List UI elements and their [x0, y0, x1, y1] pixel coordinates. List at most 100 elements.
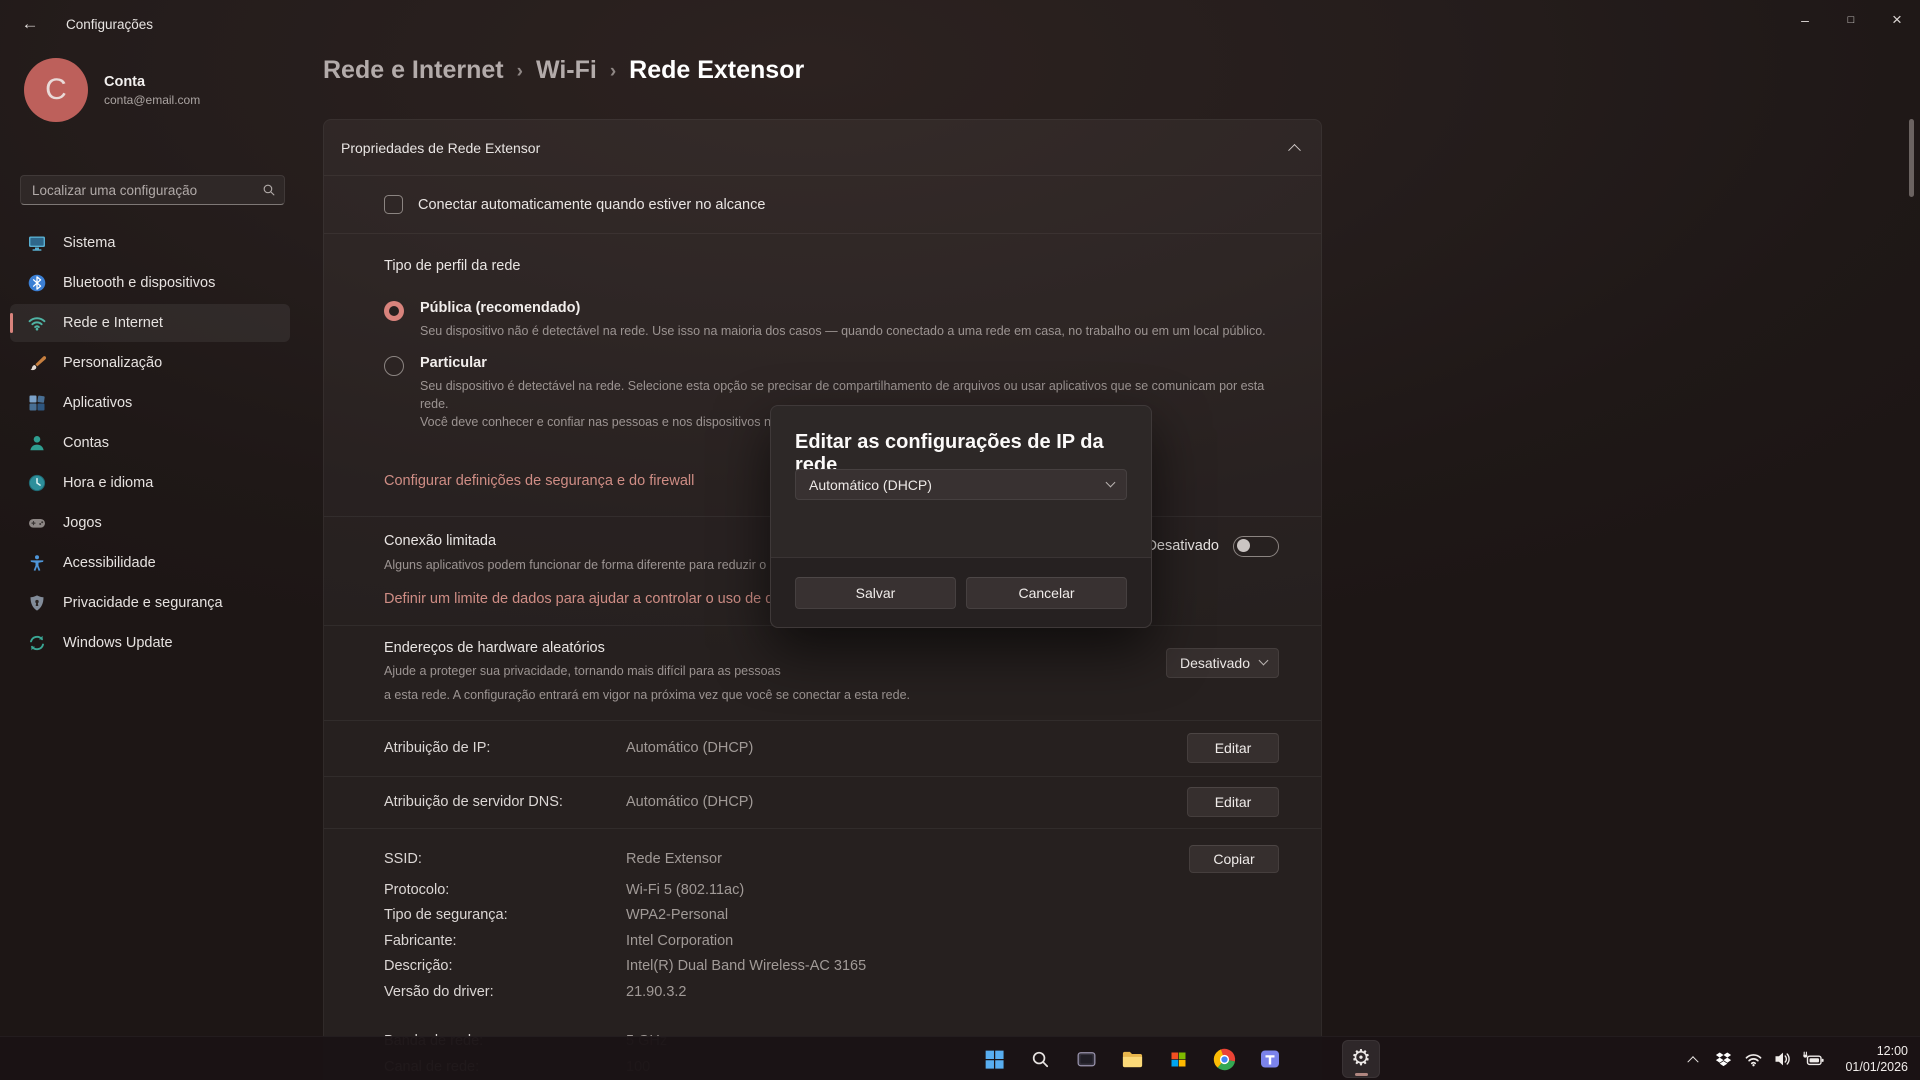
cancel-button[interactable]: Cancelar	[966, 577, 1127, 609]
sidebar-item-label: Jogos	[63, 515, 102, 531]
microsoft-logo-icon	[1168, 1049, 1189, 1070]
system-tray: 12:00 01/01/2026	[1678, 1037, 1920, 1080]
chevron-down-icon	[1259, 656, 1269, 666]
breadcrumb-separator: ›	[517, 59, 523, 83]
sidebar-item-personalizacao[interactable]: Personalização	[10, 344, 290, 382]
volume-icon	[1773, 1049, 1793, 1069]
chevron-down-icon	[1106, 478, 1116, 488]
sidebar-item-sistema[interactable]: Sistema	[10, 224, 290, 262]
expander-header[interactable]: Propriedades de Rede Extensor	[324, 120, 1321, 175]
ip-mode-dropdown[interactable]: Automático (DHCP)	[795, 469, 1127, 500]
maximize-button[interactable]: □	[1828, 0, 1874, 40]
ip-settings-dialog: Editar as configurações de IP da rede Au…	[770, 405, 1152, 628]
system-icon	[27, 233, 47, 253]
taskbar-start-button[interactable]	[975, 1040, 1013, 1078]
taskbar-clock[interactable]: 12:00 01/01/2026	[1836, 1043, 1908, 1075]
tray-volume-button[interactable]	[1768, 1042, 1798, 1076]
tray-chevron-button[interactable]	[1678, 1042, 1708, 1076]
account-card[interactable]: C Conta conta@email.com	[24, 58, 300, 122]
sidebar-item-privacidade[interactable]: Privacidade e segurança	[10, 584, 290, 622]
sidebar-item-label: Acessibilidade	[63, 555, 156, 571]
detail-row-seguranca: Tipo de segurança: WPA2-Personal	[384, 907, 1279, 924]
taskbar-explorer-button[interactable]	[1113, 1040, 1151, 1078]
tray-battery-button[interactable]	[1798, 1042, 1828, 1076]
copy-button[interactable]: Copiar	[1189, 845, 1279, 873]
random-hw-dropdown[interactable]: Desativado	[1166, 648, 1279, 678]
sidebar-item-jogos[interactable]: Jogos	[10, 504, 290, 542]
firewall-settings-link[interactable]: Configurar definições de segurança e do …	[384, 473, 694, 489]
option-label: Pública (recomendado)	[420, 300, 1266, 316]
detail-row-ssid: SSID: Rede Extensor Copiar	[384, 845, 1279, 873]
taskbar-settings-button[interactable]: ⚙	[1342, 1040, 1380, 1078]
tray-dropbox-button[interactable]	[1708, 1042, 1738, 1076]
gaming-icon	[27, 513, 47, 533]
random-hardware-section: Endereços de hardware aleatórios Ajude a…	[324, 626, 1321, 720]
radio-publica[interactable]	[384, 301, 404, 321]
sidebar-item-label: Bluetooth e dispositivos	[63, 275, 215, 291]
data-limit-link[interactable]: Definir um limite de dados para ajudar a…	[384, 591, 781, 607]
breadcrumb-current-page: Rede Extensor	[629, 56, 804, 85]
breadcrumb-wifi[interactable]: Wi-Fi	[536, 56, 597, 85]
sidebar-item-label: Rede e Internet	[63, 315, 163, 331]
titlebar: ← Configurações – □ ×	[0, 0, 1920, 48]
metered-desc: Alguns aplicativos podem funcionar de fo…	[384, 556, 777, 574]
breadcrumb-rede-e-internet[interactable]: Rede e Internet	[323, 56, 504, 85]
metered-status: Desativado	[1146, 538, 1219, 554]
tray-chevron-icon	[1687, 1056, 1698, 1067]
dns-assignment-row: Atribuição de servidor DNS: Automático (…	[324, 777, 1321, 828]
toggle-knob	[1237, 539, 1250, 552]
account-email: conta@email.com	[104, 93, 200, 107]
taskbar-task-view-button[interactable]	[1067, 1040, 1105, 1078]
sidebar-item-contas[interactable]: Contas	[10, 424, 290, 462]
account-name: Conta	[104, 74, 200, 90]
sidebar-item-acessibilidade[interactable]: Acessibilidade	[10, 544, 290, 582]
taskbar-search-button[interactable]	[1021, 1040, 1059, 1078]
personalization-icon	[27, 353, 47, 373]
close-button[interactable]: ×	[1874, 0, 1920, 40]
back-button[interactable]: ←	[10, 7, 50, 41]
taskbar-teams-button[interactable]	[1251, 1040, 1289, 1078]
sidebar-item-rede-e-internet[interactable]: Rede e Internet	[10, 304, 290, 342]
edit-dns-button[interactable]: Editar	[1187, 787, 1279, 817]
search-input[interactable]	[20, 175, 285, 205]
taskbar-chrome-button[interactable]	[1205, 1040, 1243, 1078]
tray-wifi-button[interactable]	[1738, 1042, 1768, 1076]
bluetooth-icon	[27, 273, 47, 293]
sidebar-item-hora-e-idioma[interactable]: Hora e idioma	[10, 464, 290, 502]
start-icon	[982, 1047, 1007, 1072]
search-box	[20, 175, 285, 205]
sidebar-item-aplicativos[interactable]: Aplicativos	[10, 384, 290, 422]
sidebar-nav: Sistema Bluetooth e dispositivos Rede e …	[10, 224, 290, 664]
privacy-icon	[27, 593, 47, 613]
edit-ip-button[interactable]: Editar	[1187, 733, 1279, 763]
clock-time: 12:00	[1836, 1043, 1908, 1059]
sidebar-item-label: Aplicativos	[63, 395, 132, 411]
window-title: Configurações	[66, 17, 153, 32]
random-hw-desc: a esta rede. A configuração entrará em v…	[384, 686, 910, 704]
sidebar-item-label: Hora e idioma	[63, 475, 153, 491]
apps-icon	[27, 393, 47, 413]
scrollbar[interactable]	[1909, 119, 1914, 197]
sidebar-item-windows-update[interactable]: Windows Update	[10, 624, 290, 662]
profile-section-title: Tipo de perfil da rede	[384, 258, 1279, 274]
autoconnect-checkbox[interactable]	[384, 195, 403, 214]
sidebar-item-bluetooth[interactable]: Bluetooth e dispositivos	[10, 264, 290, 302]
avatar: C	[24, 58, 88, 122]
detail-row-descricao: Descrição: Intel(R) Dual Band Wireless-A…	[384, 958, 1279, 975]
radio-particular[interactable]	[384, 356, 404, 376]
dropbox-icon	[1714, 1050, 1733, 1069]
network-icon	[27, 313, 47, 333]
metered-toggle[interactable]	[1233, 536, 1279, 557]
chevron-up-icon[interactable]	[1288, 144, 1301, 157]
sidebar-item-label: Contas	[63, 435, 109, 451]
sidebar-item-label: Sistema	[63, 235, 115, 251]
random-hw-desc: Ajude a proteger sua privacidade, tornan…	[384, 662, 910, 680]
taskbar: ⚙ 12:00 01/01/2026	[0, 1036, 1920, 1080]
save-button[interactable]: Salvar	[795, 577, 956, 609]
expander-title: Propriedades de Rede Extensor	[341, 140, 540, 156]
option-label: Particular	[420, 355, 1279, 371]
taskbar-microsoft-button[interactable]	[1159, 1040, 1197, 1078]
clock-date: 01/01/2026	[1836, 1059, 1908, 1075]
metered-title: Conexão limitada	[384, 533, 777, 549]
minimize-button[interactable]: –	[1782, 0, 1828, 40]
